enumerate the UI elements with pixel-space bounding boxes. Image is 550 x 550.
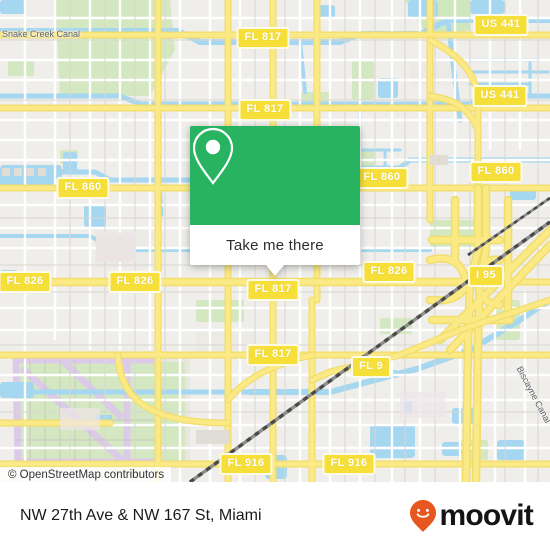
road-shield[interactable]: FL 860 [469, 161, 523, 183]
moovit-pin-smiley-icon [410, 500, 437, 532]
waterway-label: Snake Creek Canal [2, 29, 81, 39]
road-shield[interactable]: FL 916 [322, 453, 376, 475]
road-shield[interactable]: FL 826 [362, 261, 416, 283]
road-shield[interactable]: FL 826 [0, 271, 52, 293]
take-me-there-label: Take me there [226, 236, 324, 254]
map-attribution[interactable]: © OpenStreetMap contributors [0, 467, 172, 482]
popup-tail [266, 265, 284, 276]
location-title: NW 27th Ave & NW 167 St, Miami [20, 507, 262, 524]
road-shield[interactable]: US 441 [473, 14, 529, 36]
road-shield[interactable]: FL 860 [355, 167, 409, 189]
road-shield[interactable]: FL 817 [246, 279, 300, 301]
road-shield[interactable]: US 441 [472, 85, 528, 107]
road-shield[interactable]: FL 817 [236, 27, 290, 49]
map-pin-icon [192, 127, 234, 185]
road-shield[interactable]: FL 817 [246, 344, 300, 366]
location-popup-card[interactable]: Take me there [190, 126, 360, 276]
moovit-map-screen: FL 817 US 441 US 441 FL 817 FL 860 FL 860 FL 8… [0, 0, 550, 550]
road-shield[interactable]: I 95 [468, 265, 504, 287]
footer-bar: NW 27th Ave & NW 167 St, Miami moovit [0, 482, 550, 550]
road-shield[interactable]: FL 9 [350, 356, 392, 378]
map-canvas[interactable]: FL 817 US 441 US 441 FL 817 FL 860 FL 860 FL 8… [0, 0, 550, 482]
popup-action-bar[interactable]: Take me there [190, 225, 360, 276]
moovit-logo[interactable]: moovit [409, 499, 534, 533]
road-shield[interactable]: FL 817 [238, 99, 292, 121]
moovit-wordmark: moovit [439, 499, 533, 532]
road-shield[interactable]: FL 826 [108, 271, 162, 293]
road-shield[interactable]: FL 916 [219, 453, 273, 475]
popup-pin-panel [190, 126, 360, 225]
road-shield[interactable]: FL 860 [56, 177, 110, 199]
